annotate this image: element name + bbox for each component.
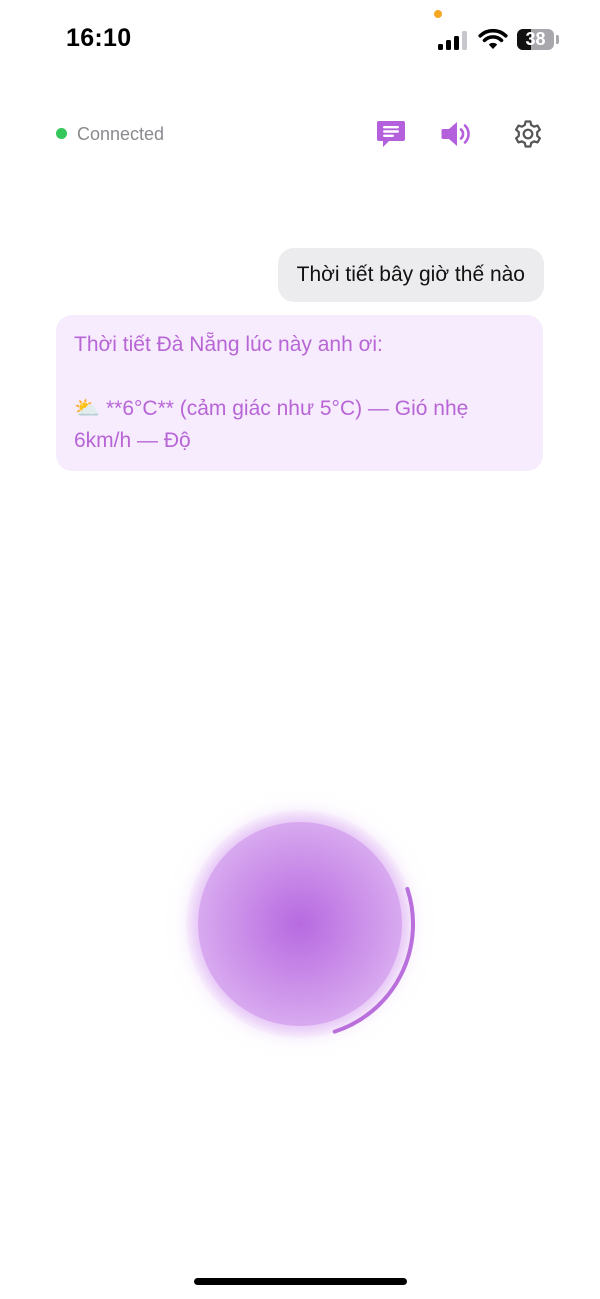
privacy-indicator-dot — [434, 10, 442, 18]
cellular-signal-icon — [438, 30, 470, 50]
battery-percent: 38 — [525, 29, 546, 49]
gear-icon — [515, 120, 541, 148]
connection-status-label: Connected — [77, 124, 165, 144]
battery-icon: 38 — [517, 29, 554, 50]
home-indicator[interactable] — [194, 1278, 407, 1285]
settings-button[interactable] — [510, 116, 546, 152]
user-message-text: Thời tiết bây giờ thế nào — [296, 263, 525, 286]
user-message-bubble: Thời tiết bây giờ thế nào — [277, 248, 544, 302]
battery-cap — [556, 35, 559, 44]
status-time: 16:10 — [66, 24, 132, 52]
assistant-message-line: Thời tiết Đà Nẵng lúc này anh ơi: — [74, 333, 383, 356]
speaker-toggle-button[interactable] — [439, 116, 475, 152]
connection-status-dot — [56, 128, 67, 139]
voice-orb-progress-arc — [332, 886, 415, 1034]
speaker-icon — [441, 122, 470, 146]
assistant-message-bubble: Thời tiết Đà Nẵng lúc này anh ơi: ⛅ **6°… — [56, 315, 543, 471]
app-screen: 16:10 38 Connected Thời tiết bây giờ thế… — [0, 0, 600, 1299]
chat-icon — [377, 121, 405, 147]
assistant-message-weather-text: **6°C** (cảm giác như 5°C) — Gió nhẹ 6km… — [74, 397, 475, 452]
assistant-message-line: ⛅ **6°C** (cảm giác như 5°C) — Gió nhẹ 6… — [74, 393, 525, 457]
wifi-icon — [478, 28, 508, 49]
chat-toggle-button[interactable] — [373, 116, 409, 152]
weather-emoji-icon: ⛅ — [74, 397, 101, 420]
